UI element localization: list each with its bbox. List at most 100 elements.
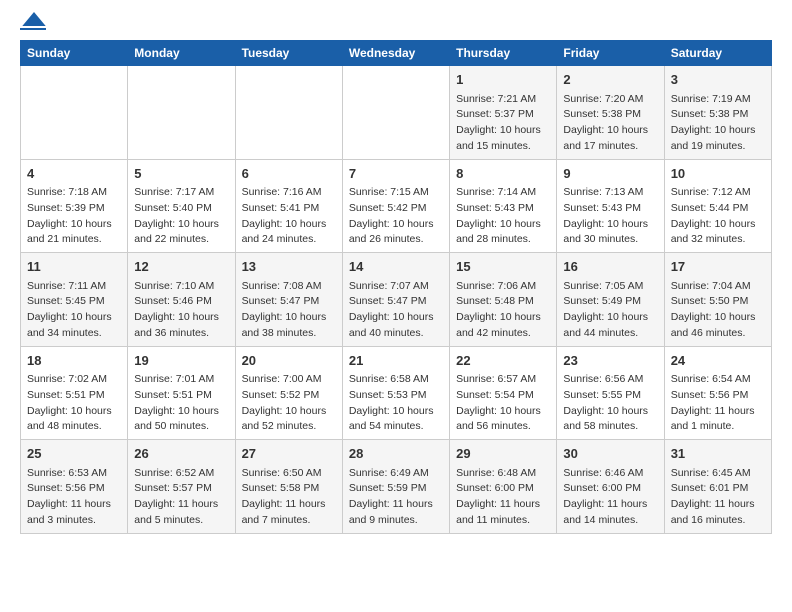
day-info: Sunrise: 7:07 AM Sunset: 5:47 PM Dayligh… xyxy=(349,279,443,342)
day-cell xyxy=(342,66,449,160)
week-row-1: 1Sunrise: 7:21 AM Sunset: 5:37 PM Daylig… xyxy=(21,66,772,160)
day-info: Sunrise: 7:15 AM Sunset: 5:42 PM Dayligh… xyxy=(349,185,443,248)
day-info: Sunrise: 6:46 AM Sunset: 6:00 PM Dayligh… xyxy=(563,466,657,529)
day-number: 14 xyxy=(349,257,443,277)
day-number: 29 xyxy=(456,444,550,464)
day-info: Sunrise: 6:53 AM Sunset: 5:56 PM Dayligh… xyxy=(27,466,121,529)
day-cell: 21Sunrise: 6:58 AM Sunset: 5:53 PM Dayli… xyxy=(342,346,449,440)
day-info: Sunrise: 7:05 AM Sunset: 5:49 PM Dayligh… xyxy=(563,279,657,342)
week-row-2: 4Sunrise: 7:18 AM Sunset: 5:39 PM Daylig… xyxy=(21,159,772,253)
day-info: Sunrise: 7:06 AM Sunset: 5:48 PM Dayligh… xyxy=(456,279,550,342)
logo-icon xyxy=(22,12,46,26)
day-cell: 9Sunrise: 7:13 AM Sunset: 5:43 PM Daylig… xyxy=(557,159,664,253)
day-number: 6 xyxy=(242,164,336,184)
day-info: Sunrise: 7:08 AM Sunset: 5:47 PM Dayligh… xyxy=(242,279,336,342)
day-cell xyxy=(235,66,342,160)
day-cell: 8Sunrise: 7:14 AM Sunset: 5:43 PM Daylig… xyxy=(450,159,557,253)
day-info: Sunrise: 7:16 AM Sunset: 5:41 PM Dayligh… xyxy=(242,185,336,248)
day-cell: 16Sunrise: 7:05 AM Sunset: 5:49 PM Dayli… xyxy=(557,253,664,347)
day-info: Sunrise: 7:21 AM Sunset: 5:37 PM Dayligh… xyxy=(456,92,550,155)
day-cell: 22Sunrise: 6:57 AM Sunset: 5:54 PM Dayli… xyxy=(450,346,557,440)
day-cell: 24Sunrise: 6:54 AM Sunset: 5:56 PM Dayli… xyxy=(664,346,771,440)
day-number: 18 xyxy=(27,351,121,371)
day-info: Sunrise: 7:14 AM Sunset: 5:43 PM Dayligh… xyxy=(456,185,550,248)
day-cell: 15Sunrise: 7:06 AM Sunset: 5:48 PM Dayli… xyxy=(450,253,557,347)
day-cell: 6Sunrise: 7:16 AM Sunset: 5:41 PM Daylig… xyxy=(235,159,342,253)
day-number: 15 xyxy=(456,257,550,277)
day-cell: 19Sunrise: 7:01 AM Sunset: 5:51 PM Dayli… xyxy=(128,346,235,440)
day-info: Sunrise: 6:48 AM Sunset: 6:00 PM Dayligh… xyxy=(456,466,550,529)
day-number: 22 xyxy=(456,351,550,371)
day-number: 24 xyxy=(671,351,765,371)
page-header xyxy=(20,20,772,30)
day-info: Sunrise: 7:20 AM Sunset: 5:38 PM Dayligh… xyxy=(563,92,657,155)
day-info: Sunrise: 7:13 AM Sunset: 5:43 PM Dayligh… xyxy=(563,185,657,248)
day-cell: 1Sunrise: 7:21 AM Sunset: 5:37 PM Daylig… xyxy=(450,66,557,160)
day-info: Sunrise: 6:58 AM Sunset: 5:53 PM Dayligh… xyxy=(349,372,443,435)
day-info: Sunrise: 6:56 AM Sunset: 5:55 PM Dayligh… xyxy=(563,372,657,435)
day-cell: 10Sunrise: 7:12 AM Sunset: 5:44 PM Dayli… xyxy=(664,159,771,253)
day-cell: 30Sunrise: 6:46 AM Sunset: 6:00 PM Dayli… xyxy=(557,440,664,534)
day-cell: 25Sunrise: 6:53 AM Sunset: 5:56 PM Dayli… xyxy=(21,440,128,534)
day-number: 7 xyxy=(349,164,443,184)
day-cell: 4Sunrise: 7:18 AM Sunset: 5:39 PM Daylig… xyxy=(21,159,128,253)
calendar-header: SundayMondayTuesdayWednesdayThursdayFrid… xyxy=(21,41,772,66)
day-number: 16 xyxy=(563,257,657,277)
header-cell-saturday: Saturday xyxy=(664,41,771,66)
calendar-body: 1Sunrise: 7:21 AM Sunset: 5:37 PM Daylig… xyxy=(21,66,772,534)
day-info: Sunrise: 6:57 AM Sunset: 5:54 PM Dayligh… xyxy=(456,372,550,435)
day-cell: 12Sunrise: 7:10 AM Sunset: 5:46 PM Dayli… xyxy=(128,253,235,347)
header-cell-sunday: Sunday xyxy=(21,41,128,66)
week-row-5: 25Sunrise: 6:53 AM Sunset: 5:56 PM Dayli… xyxy=(21,440,772,534)
day-info: Sunrise: 7:18 AM Sunset: 5:39 PM Dayligh… xyxy=(27,185,121,248)
day-cell: 5Sunrise: 7:17 AM Sunset: 5:40 PM Daylig… xyxy=(128,159,235,253)
day-cell: 29Sunrise: 6:48 AM Sunset: 6:00 PM Dayli… xyxy=(450,440,557,534)
day-info: Sunrise: 6:50 AM Sunset: 5:58 PM Dayligh… xyxy=(242,466,336,529)
day-cell: 11Sunrise: 7:11 AM Sunset: 5:45 PM Dayli… xyxy=(21,253,128,347)
day-cell: 27Sunrise: 6:50 AM Sunset: 5:58 PM Dayli… xyxy=(235,440,342,534)
day-cell: 23Sunrise: 6:56 AM Sunset: 5:55 PM Dayli… xyxy=(557,346,664,440)
day-number: 10 xyxy=(671,164,765,184)
day-number: 21 xyxy=(349,351,443,371)
day-cell xyxy=(128,66,235,160)
day-number: 23 xyxy=(563,351,657,371)
day-info: Sunrise: 7:10 AM Sunset: 5:46 PM Dayligh… xyxy=(134,279,228,342)
day-info: Sunrise: 6:54 AM Sunset: 5:56 PM Dayligh… xyxy=(671,372,765,435)
day-cell: 13Sunrise: 7:08 AM Sunset: 5:47 PM Dayli… xyxy=(235,253,342,347)
day-number: 1 xyxy=(456,70,550,90)
day-number: 27 xyxy=(242,444,336,464)
day-info: Sunrise: 7:11 AM Sunset: 5:45 PM Dayligh… xyxy=(27,279,121,342)
day-number: 28 xyxy=(349,444,443,464)
day-info: Sunrise: 7:04 AM Sunset: 5:50 PM Dayligh… xyxy=(671,279,765,342)
day-cell xyxy=(21,66,128,160)
day-info: Sunrise: 6:45 AM Sunset: 6:01 PM Dayligh… xyxy=(671,466,765,529)
day-number: 30 xyxy=(563,444,657,464)
day-info: Sunrise: 6:52 AM Sunset: 5:57 PM Dayligh… xyxy=(134,466,228,529)
day-cell: 14Sunrise: 7:07 AM Sunset: 5:47 PM Dayli… xyxy=(342,253,449,347)
week-row-4: 18Sunrise: 7:02 AM Sunset: 5:51 PM Dayli… xyxy=(21,346,772,440)
day-number: 26 xyxy=(134,444,228,464)
header-cell-tuesday: Tuesday xyxy=(235,41,342,66)
header-cell-friday: Friday xyxy=(557,41,664,66)
day-info: Sunrise: 7:02 AM Sunset: 5:51 PM Dayligh… xyxy=(27,372,121,435)
day-number: 5 xyxy=(134,164,228,184)
day-info: Sunrise: 6:49 AM Sunset: 5:59 PM Dayligh… xyxy=(349,466,443,529)
day-cell: 7Sunrise: 7:15 AM Sunset: 5:42 PM Daylig… xyxy=(342,159,449,253)
header-cell-monday: Monday xyxy=(128,41,235,66)
day-info: Sunrise: 7:17 AM Sunset: 5:40 PM Dayligh… xyxy=(134,185,228,248)
logo xyxy=(20,20,46,30)
header-row: SundayMondayTuesdayWednesdayThursdayFrid… xyxy=(21,41,772,66)
day-cell: 31Sunrise: 6:45 AM Sunset: 6:01 PM Dayli… xyxy=(664,440,771,534)
day-number: 9 xyxy=(563,164,657,184)
day-number: 17 xyxy=(671,257,765,277)
day-number: 20 xyxy=(242,351,336,371)
day-info: Sunrise: 7:00 AM Sunset: 5:52 PM Dayligh… xyxy=(242,372,336,435)
day-cell: 3Sunrise: 7:19 AM Sunset: 5:38 PM Daylig… xyxy=(664,66,771,160)
day-info: Sunrise: 7:01 AM Sunset: 5:51 PM Dayligh… xyxy=(134,372,228,435)
day-number: 13 xyxy=(242,257,336,277)
day-number: 12 xyxy=(134,257,228,277)
day-cell: 20Sunrise: 7:00 AM Sunset: 5:52 PM Dayli… xyxy=(235,346,342,440)
day-number: 2 xyxy=(563,70,657,90)
calendar-table: SundayMondayTuesdayWednesdayThursdayFrid… xyxy=(20,40,772,534)
header-cell-thursday: Thursday xyxy=(450,41,557,66)
